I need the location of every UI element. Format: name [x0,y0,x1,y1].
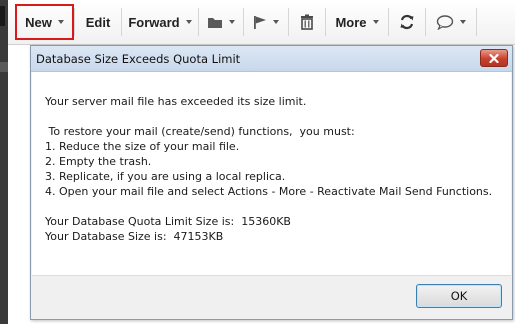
delete-button[interactable] [289,6,325,38]
forward-button[interactable]: Forward [122,6,198,38]
chevron-down-icon [460,20,466,24]
message-line: 4. Open your mail file and select Action… [45,185,493,198]
message-line: Your server mail file has exceeded its s… [45,95,307,108]
chevron-down-icon [57,20,64,24]
more-button-label: More [335,14,367,30]
ok-button[interactable]: OK [416,284,502,308]
edit-button[interactable]: Edit [75,6,121,38]
chevron-down-icon [273,20,279,24]
dialog-titlebar[interactable]: Database Size Exceeds Quota Limit [31,46,512,72]
chat-button[interactable] [426,6,476,38]
left-panel-notch [0,62,8,72]
action-toolbar: New Edit Forward More [8,0,515,45]
dialog-message-area: Your server mail file has exceeded its s… [32,72,511,276]
folder-button[interactable] [199,6,243,38]
database-size-line: Your Database Size is: 47153KB [45,230,224,243]
ok-button-label: OK [450,289,468,303]
chevron-down-icon [185,20,192,24]
dialog-title: Database Size Exceeds Quota Limit [36,52,241,66]
message-line: 1. Reduce the size of your mail file. [45,140,240,153]
edit-button-label: Edit [85,14,111,30]
message-line: 2. Empty the trash. [45,155,152,168]
refresh-button[interactable] [389,6,425,38]
flag-icon [253,15,267,30]
message-line: To restore your mail (create/send) funct… [45,125,355,138]
more-button[interactable]: More [326,6,388,38]
close-icon [489,53,499,63]
chevron-down-icon [229,20,235,24]
new-button-label: New [25,14,52,30]
refresh-icon [399,14,415,30]
chat-icon [436,14,454,30]
new-button[interactable]: New [15,4,74,40]
forward-button-label: Forward [128,14,180,30]
quota-warning-dialog: Database Size Exceeds Quota Limit Your s… [30,45,513,320]
quota-limit-line: Your Database Quota Limit Size is: 15360… [45,215,291,228]
message-line: 3. Replicate, if you are using a local r… [45,170,286,183]
chevron-down-icon [372,20,379,24]
left-panel-marker [0,6,5,26]
left-panel-strip [0,0,8,324]
trash-icon [300,14,314,30]
close-button[interactable] [480,49,508,67]
folder-icon [207,16,223,29]
follow-up-flag-button[interactable] [244,6,288,38]
toolbar-separator [476,8,477,36]
